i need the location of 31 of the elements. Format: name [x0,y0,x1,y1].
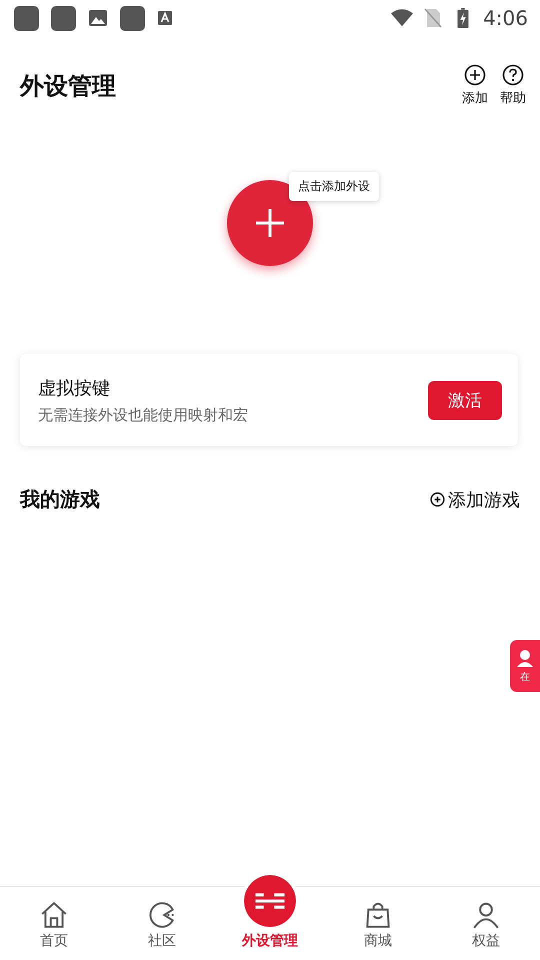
notification-icon [120,6,145,30]
status-time: 4:06 [483,6,528,30]
add-icon [430,492,445,507]
nav-tab[interactable]: 外设管理 [225,872,315,950]
online-service-tab[interactable]: 在 [510,640,540,692]
nav-tab[interactable]: 商城 [333,900,423,950]
person-icon [471,900,501,930]
home-icon [39,900,69,930]
add-icon [464,64,486,86]
notification-icon [51,6,76,30]
person-icon [515,648,535,668]
card-subtitle: 无需连接外设也能使用映射和宏 [38,406,248,424]
pacman-icon [147,900,177,930]
section-title: 我的游戏 [20,486,100,513]
nav-tab[interactable]: 权益 [441,900,531,950]
no-sim-icon [423,8,444,28]
wifi-icon [391,7,414,29]
page-title: 外设管理 [20,71,116,102]
add-game-button[interactable]: 添加游戏 [430,488,520,512]
header-action-button[interactable]: 添加 [462,64,488,106]
nav-tab[interactable]: 首页 [9,900,99,950]
font-icon [157,10,173,26]
nav-tab[interactable]: 社区 [117,900,207,950]
image-icon [88,8,108,28]
notification-icon [14,6,39,30]
card-title: 虚拟按键 [38,376,111,400]
activate-button[interactable]: 激活 [428,380,502,420]
tooltip: 点击添加外设 [289,172,379,201]
header-action-button[interactable]: 帮助 [500,64,526,106]
help-icon [502,64,524,86]
plus-icon [255,208,285,238]
